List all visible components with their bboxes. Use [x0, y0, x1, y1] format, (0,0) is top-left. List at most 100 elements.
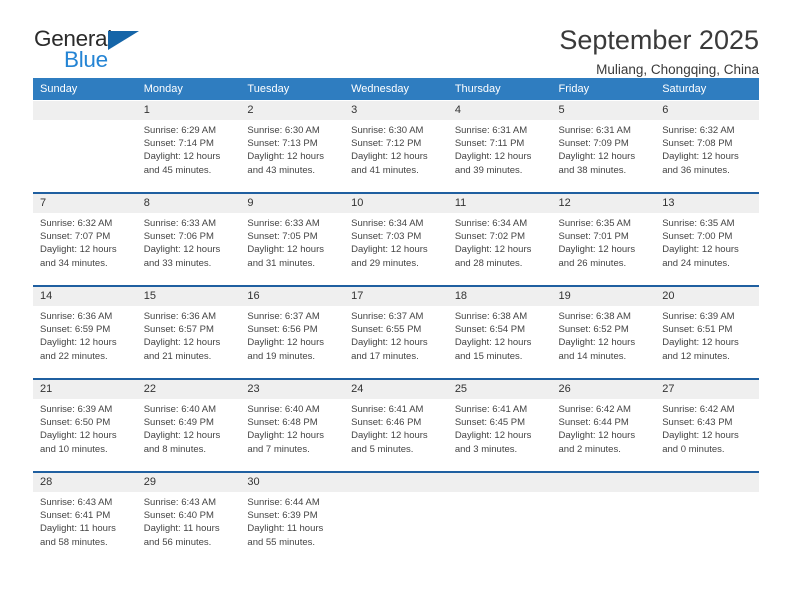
daylight-text-line1: Daylight: 12 hours	[40, 430, 117, 442]
page-title: September 2025	[559, 25, 759, 55]
day-cell[interactable]	[344, 492, 448, 564]
daylight-text-line2: and 3 minutes.	[454, 443, 518, 455]
daylight-text-line2: and 43 minutes.	[247, 164, 316, 176]
day-number[interactable]: 2	[240, 101, 345, 120]
day-cell[interactable]: Sunrise: 6:33 AM Sunset: 7:06 PM Dayligh…	[136, 213, 241, 285]
day-cell[interactable]: Sunrise: 6:37 AM Sunset: 6:56 PM Dayligh…	[240, 306, 345, 378]
day-cell[interactable]	[33, 120, 137, 192]
day-cell[interactable]: Sunrise: 6:36 AM Sunset: 6:57 PM Dayligh…	[136, 306, 241, 378]
day-number[interactable]: 12	[551, 194, 656, 213]
day-cell[interactable]	[655, 492, 759, 564]
day-number[interactable]: 25	[447, 380, 552, 399]
day-number-row: 1 2 3 4 5 6	[33, 101, 759, 120]
daylight-text-line1: Daylight: 12 hours	[143, 244, 221, 256]
day-number[interactable]: 18	[447, 287, 552, 306]
day-cell[interactable]: Sunrise: 6:29 AM Sunset: 7:14 PM Dayligh…	[136, 120, 241, 192]
day-cell[interactable]: Sunrise: 6:43 AM Sunset: 6:41 PM Dayligh…	[33, 492, 137, 564]
day-cell[interactable]: Sunrise: 6:35 AM Sunset: 7:00 PM Dayligh…	[655, 213, 759, 285]
day-cell[interactable]: Sunrise: 6:42 AM Sunset: 6:43 PM Dayligh…	[655, 399, 759, 471]
day-number[interactable]: 13	[655, 194, 759, 213]
daylight-text-line2: and 22 minutes.	[40, 350, 108, 362]
day-cell[interactable]: Sunrise: 6:34 AM Sunset: 7:03 PM Dayligh…	[344, 213, 448, 285]
sunrise-text: Sunrise: 6:38 AM	[558, 311, 631, 322]
daylight-text-line2: and 19 minutes.	[247, 350, 316, 362]
day-number[interactable]: 7	[33, 194, 137, 213]
weekday-header-thursday: Thursday	[447, 78, 552, 100]
day-cell[interactable]: Sunrise: 6:41 AM Sunset: 6:45 PM Dayligh…	[447, 399, 552, 471]
day-cell[interactable]: Sunrise: 6:42 AM Sunset: 6:44 PM Dayligh…	[551, 399, 656, 471]
day-cell[interactable]: Sunrise: 6:32 AM Sunset: 7:07 PM Dayligh…	[33, 213, 137, 285]
day-number[interactable]	[655, 473, 759, 492]
day-number[interactable]: 24	[344, 380, 448, 399]
day-number[interactable]: 8	[136, 194, 241, 213]
day-cell[interactable]	[551, 492, 656, 564]
day-number[interactable]: 26	[551, 380, 656, 399]
day-cell[interactable]: Sunrise: 6:41 AM Sunset: 6:46 PM Dayligh…	[344, 399, 448, 471]
day-number[interactable]: 15	[136, 287, 241, 306]
day-detail-row: Sunrise: 6:29 AM Sunset: 7:14 PM Dayligh…	[33, 120, 759, 192]
day-cell[interactable]: Sunrise: 6:30 AM Sunset: 7:12 PM Dayligh…	[344, 120, 448, 192]
day-cell[interactable]: Sunrise: 6:44 AM Sunset: 6:39 PM Dayligh…	[240, 492, 345, 564]
day-number[interactable]: 27	[655, 380, 759, 399]
day-cell[interactable]: Sunrise: 6:32 AM Sunset: 7:08 PM Dayligh…	[655, 120, 759, 192]
day-number[interactable]: 5	[551, 101, 656, 120]
day-cell[interactable]: Sunrise: 6:38 AM Sunset: 6:52 PM Dayligh…	[551, 306, 656, 378]
day-number-row: 21 22 23 24 25 26 27	[33, 380, 759, 399]
daylight-text-line2: and 34 minutes.	[40, 257, 108, 269]
day-number[interactable]	[551, 473, 656, 492]
general-blue-logo[interactable]: General Blue	[34, 26, 184, 78]
sunrise-text: Sunrise: 6:37 AM	[351, 311, 424, 322]
day-cell[interactable]: Sunrise: 6:30 AM Sunset: 7:13 PM Dayligh…	[240, 120, 345, 192]
day-cell[interactable]	[447, 492, 552, 564]
day-number[interactable]: 23	[240, 380, 345, 399]
day-cell[interactable]: Sunrise: 6:40 AM Sunset: 6:48 PM Dayligh…	[240, 399, 345, 471]
day-number[interactable]: 1	[136, 101, 241, 120]
sunrise-text: Sunrise: 6:41 AM	[351, 404, 424, 415]
day-cell[interactable]: Sunrise: 6:37 AM Sunset: 6:55 PM Dayligh…	[344, 306, 448, 378]
logo-text-blue: Blue	[64, 47, 108, 72]
day-number[interactable]: 17	[344, 287, 448, 306]
day-number[interactable]: 10	[344, 194, 448, 213]
day-number[interactable]: 11	[447, 194, 552, 213]
sunset-text: Sunset: 7:06 PM	[143, 231, 214, 243]
day-number[interactable]: 16	[240, 287, 345, 306]
sunset-text: Sunset: 6:39 PM	[247, 510, 318, 522]
day-cell[interactable]: Sunrise: 6:34 AM Sunset: 7:02 PM Dayligh…	[447, 213, 552, 285]
sunrise-text: Sunrise: 6:43 AM	[143, 497, 217, 508]
daylight-text-line1: Daylight: 11 hours	[247, 523, 324, 535]
day-number[interactable]: 21	[33, 380, 137, 399]
sunrise-text: Sunrise: 6:40 AM	[143, 404, 217, 415]
sunrise-text: Sunrise: 6:36 AM	[143, 311, 217, 322]
day-number[interactable]: 29	[136, 473, 241, 492]
day-number[interactable]	[33, 101, 137, 120]
daylight-text-line1: Daylight: 12 hours	[558, 430, 636, 442]
daylight-text-line1: Daylight: 12 hours	[662, 430, 739, 442]
sunset-text: Sunset: 6:57 PM	[143, 324, 214, 336]
sunrise-text: Sunrise: 6:41 AM	[454, 404, 528, 415]
day-number[interactable]: 19	[551, 287, 656, 306]
day-number[interactable]: 3	[344, 101, 448, 120]
day-cell[interactable]: Sunrise: 6:31 AM Sunset: 7:11 PM Dayligh…	[447, 120, 552, 192]
daylight-text-line1: Daylight: 12 hours	[351, 337, 428, 349]
day-cell[interactable]: Sunrise: 6:36 AM Sunset: 6:59 PM Dayligh…	[33, 306, 137, 378]
day-cell[interactable]: Sunrise: 6:31 AM Sunset: 7:09 PM Dayligh…	[551, 120, 656, 192]
day-number[interactable]: 14	[33, 287, 137, 306]
day-number[interactable]: 4	[447, 101, 552, 120]
day-number[interactable]: 6	[655, 101, 759, 120]
day-number[interactable]: 22	[136, 380, 241, 399]
day-number[interactable]	[344, 473, 448, 492]
sunrise-text: Sunrise: 6:31 AM	[558, 125, 631, 136]
day-cell[interactable]: Sunrise: 6:39 AM Sunset: 6:51 PM Dayligh…	[655, 306, 759, 378]
day-cell[interactable]: Sunrise: 6:43 AM Sunset: 6:40 PM Dayligh…	[136, 492, 241, 564]
day-cell[interactable]: Sunrise: 6:33 AM Sunset: 7:05 PM Dayligh…	[240, 213, 345, 285]
day-cell[interactable]: Sunrise: 6:38 AM Sunset: 6:54 PM Dayligh…	[447, 306, 552, 378]
day-number[interactable]: 20	[655, 287, 759, 306]
day-cell[interactable]: Sunrise: 6:35 AM Sunset: 7:01 PM Dayligh…	[551, 213, 656, 285]
day-number[interactable]	[447, 473, 552, 492]
day-cell[interactable]: Sunrise: 6:39 AM Sunset: 6:50 PM Dayligh…	[33, 399, 137, 471]
day-number[interactable]: 30	[240, 473, 345, 492]
day-number[interactable]: 28	[33, 473, 137, 492]
day-cell[interactable]: Sunrise: 6:40 AM Sunset: 6:49 PM Dayligh…	[136, 399, 241, 471]
day-detail-row: Sunrise: 6:43 AM Sunset: 6:41 PM Dayligh…	[33, 492, 759, 564]
day-number[interactable]: 9	[240, 194, 345, 213]
